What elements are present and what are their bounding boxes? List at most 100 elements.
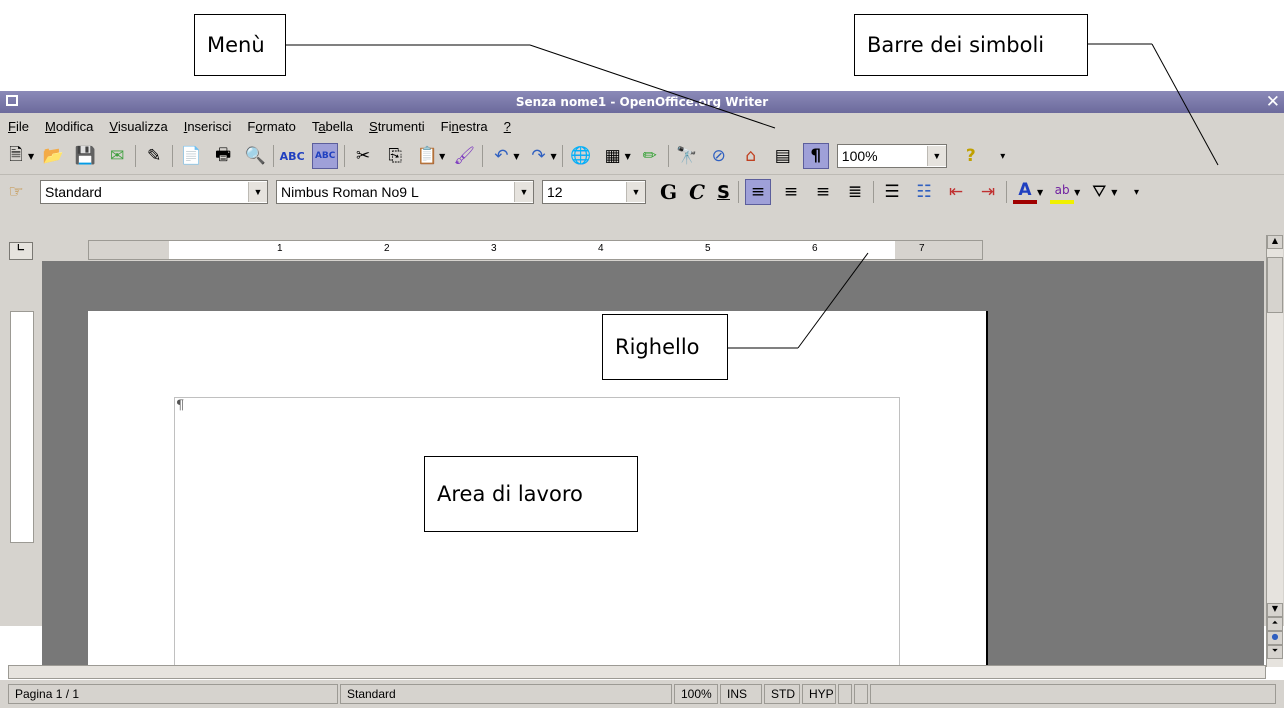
menu-item[interactable]: Formato — [239, 119, 303, 134]
help-icon[interactable]: ? — [959, 144, 983, 168]
undo-dropdown-icon[interactable]: ▼ — [513, 152, 519, 161]
scroll-thumb[interactable] — [1267, 257, 1283, 313]
navigator-icon[interactable]: ⊘ — [707, 144, 731, 168]
chevron-down-icon[interactable]: ▼ — [926, 146, 946, 166]
ruler-margin-left — [89, 241, 169, 259]
email-icon[interactable]: ✉ — [105, 144, 129, 168]
export-pdf-icon[interactable]: 📄 — [179, 144, 203, 168]
separator — [135, 145, 137, 167]
paste-icon[interactable]: 📋 — [415, 144, 439, 168]
print-icon[interactable]: 🖶 — [211, 144, 235, 168]
paragraph-style-combo[interactable]: Standard ▼ — [40, 180, 268, 204]
highlighting-icon[interactable]: ab — [1050, 180, 1075, 204]
bold-button[interactable]: G — [654, 180, 683, 204]
status-zoom[interactable]: 100% — [674, 684, 718, 704]
callout-menu: Menù — [194, 14, 286, 76]
separator — [1005, 181, 1007, 203]
status-insert-mode[interactable]: INS — [720, 684, 762, 704]
vertical-ruler[interactable] — [10, 311, 34, 543]
save-icon[interactable]: 💾 — [73, 144, 97, 168]
toolbar-handle-icon[interactable]: ▾ — [1124, 180, 1148, 204]
data-sources-icon[interactable]: ▤ — [771, 144, 795, 168]
format-paintbrush-icon[interactable]: 🖌 — [452, 144, 476, 168]
scroll-down-icon[interactable]: ▼ — [1267, 603, 1283, 617]
horizontal-ruler[interactable]: 1 2 3 4 5 6 7 — [88, 240, 983, 260]
font-color-dropdown-icon[interactable]: ▼ — [1037, 188, 1043, 197]
bullets-icon[interactable]: ☷ — [912, 180, 936, 204]
font-color-icon[interactable]: A — [1012, 180, 1037, 204]
separator — [561, 145, 563, 167]
horizontal-scrollbar[interactable] — [8, 665, 1266, 679]
status-bar: Pagina 1 / 1 Standard 100% INS STD HYP — [0, 680, 1284, 708]
decrease-indent-icon[interactable]: ⇤ — [944, 180, 968, 204]
draw-functions-icon[interactable]: ✏ — [638, 144, 662, 168]
toolbar-handle-icon[interactable]: ▾ — [991, 144, 1015, 168]
open-folder-icon[interactable]: 📂 — [41, 144, 65, 168]
justify-icon[interactable]: ≣ — [843, 180, 867, 204]
page-preview-icon[interactable]: 🔍 — [243, 144, 267, 168]
chevron-down-icon[interactable]: ▼ — [248, 182, 267, 202]
menu-item[interactable]: Inserisci — [176, 119, 240, 134]
find-replace-icon[interactable]: 🔭 — [675, 144, 699, 168]
gallery-icon[interactable]: ⌂ — [739, 144, 763, 168]
new-document-icon[interactable]: 🗎 — [4, 144, 28, 168]
cut-icon[interactable]: ✂ — [351, 144, 375, 168]
styles-formatting-icon[interactable]: ☞ — [4, 180, 28, 204]
align-left-icon[interactable]: ≡ — [744, 179, 771, 205]
undo-icon[interactable]: ↶ — [489, 144, 513, 168]
ruler-number: 2 — [384, 243, 390, 254]
chevron-down-icon[interactable]: ▼ — [514, 182, 533, 202]
autospellcheck-icon[interactable]: ABC — [312, 143, 339, 169]
zoom-combo[interactable]: 100% ▼ — [836, 144, 947, 168]
tab-type-icon[interactable]: ∟ — [9, 242, 33, 260]
underline-button[interactable]: S — [711, 182, 736, 203]
nonprinting-chars-icon[interactable]: ¶ — [802, 143, 829, 169]
numbering-icon[interactable]: ☰ — [880, 180, 904, 204]
ruler-number: 4 — [598, 243, 604, 254]
align-right-icon[interactable]: ≡ — [811, 180, 835, 204]
font-size-combo[interactable]: 12 ▼ — [542, 180, 646, 204]
vertical-scrollbar[interactable]: ▲ ▼ ⏶ ● ⏷ — [1266, 235, 1283, 667]
spellcheck-icon[interactable]: ABC — [280, 144, 305, 168]
separator — [667, 145, 669, 167]
italic-button[interactable]: C — [683, 180, 711, 204]
separator — [344, 145, 346, 167]
menu-item[interactable]: File — [0, 119, 37, 134]
chevron-down-icon[interactable]: ▼ — [626, 182, 645, 202]
menu-item[interactable]: Finestra — [433, 119, 496, 134]
background-color-icon[interactable]: ⛛ — [1087, 180, 1111, 204]
status-selection-mode[interactable]: STD — [764, 684, 800, 704]
font-name-combo[interactable]: Nimbus Roman No9 L ▼ — [276, 180, 534, 204]
scroll-up-icon[interactable]: ▲ — [1267, 235, 1283, 249]
previous-page-icon[interactable]: ⏶ — [1267, 617, 1283, 631]
menu-item[interactable]: Modifica — [37, 119, 101, 134]
menu-item[interactable]: ? — [496, 119, 519, 134]
status-info — [870, 684, 1276, 704]
new-dropdown-icon[interactable]: ▼ — [28, 152, 34, 161]
separator — [737, 181, 739, 203]
table-icon[interactable]: ▦ — [601, 144, 625, 168]
table-dropdown-icon[interactable]: ▼ — [625, 152, 631, 161]
highlighting-dropdown-icon[interactable]: ▼ — [1074, 188, 1080, 197]
separator — [172, 145, 174, 167]
menu-item[interactable]: Strumenti — [361, 119, 433, 134]
background-dropdown-icon[interactable]: ▼ — [1111, 188, 1117, 197]
menu-item[interactable]: Tabella — [304, 119, 361, 134]
copy-icon[interactable]: ⎘ — [383, 144, 407, 168]
separator — [872, 181, 874, 203]
align-center-icon[interactable]: ≡ — [779, 180, 803, 204]
status-hyperlink-mode[interactable]: HYP — [802, 684, 836, 704]
ruler-number: 3 — [491, 243, 497, 254]
next-page-icon[interactable]: ⏷ — [1267, 645, 1283, 659]
edit-file-icon[interactable]: ✎ — [142, 144, 166, 168]
menu-bar: File Modifica Visualizza Inserisci Formato Ta… — [0, 113, 1284, 139]
close-icon[interactable]: ✕ — [1266, 92, 1280, 112]
menu-item[interactable]: Visualizza — [101, 119, 175, 134]
redo-icon[interactable]: ↷ — [526, 144, 550, 168]
increase-indent-icon[interactable]: ⇥ — [976, 180, 1000, 204]
paste-dropdown-icon[interactable]: ▼ — [439, 152, 445, 161]
callout-work-area: Area di lavoro — [424, 456, 638, 532]
redo-dropdown-icon[interactable]: ▼ — [550, 152, 556, 161]
hyperlink-icon[interactable]: 🌐 — [569, 144, 593, 168]
navigation-icon[interactable]: ● — [1267, 631, 1283, 645]
